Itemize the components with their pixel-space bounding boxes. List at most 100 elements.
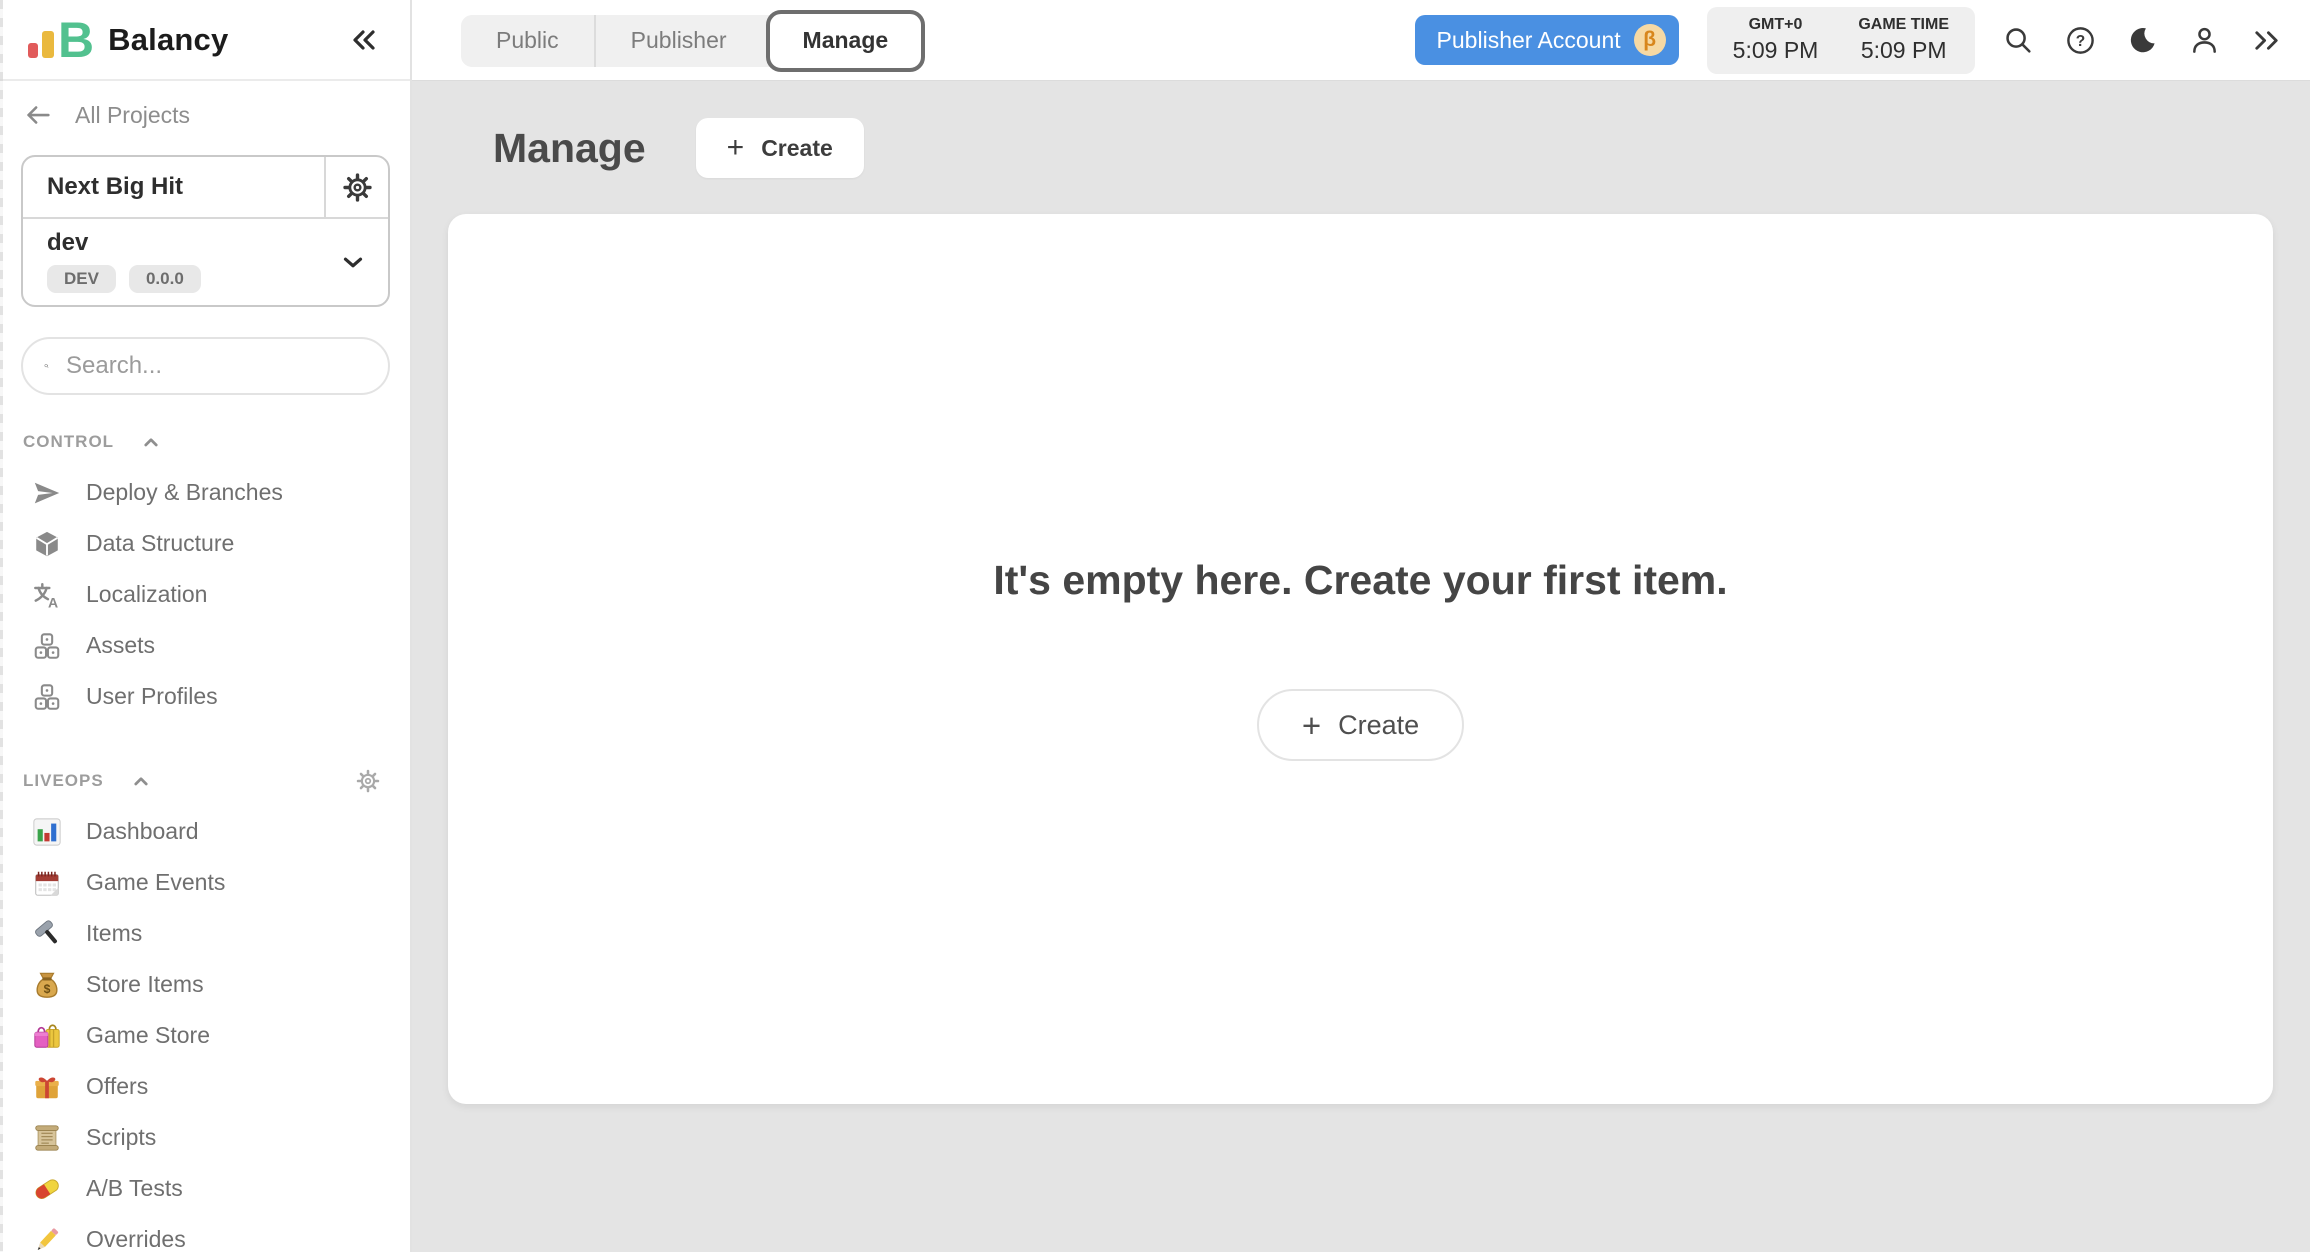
environment-badge-version: 0.0.0 [129,265,201,293]
dark-mode-toggle[interactable] [2127,25,2158,56]
timezone-label: GMT+0 [1733,16,1819,34]
sidebar-item-store-items[interactable]: $ Store Items [21,959,390,1010]
create-button-label: Create [761,135,833,162]
paper-plane-icon [31,477,63,509]
scroll-icon [31,1122,63,1154]
nav-label: Game Store [86,1022,210,1049]
tab-manage[interactable]: Manage [766,10,926,72]
calendar-icon [31,867,63,899]
nav-label: Scripts [86,1124,156,1151]
environment-selector[interactable]: dev DEV 0.0.0 [23,219,388,305]
cube-icon [31,528,63,560]
nav-label: Dashboard [86,818,199,845]
account-button[interactable] [2189,25,2220,56]
nav-label: Deploy & Branches [86,479,283,506]
gear-icon [354,767,382,795]
create-button[interactable]: + Create [696,118,864,178]
all-projects-label: All Projects [75,102,190,129]
sidebar-item-scripts[interactable]: Scripts [21,1112,390,1163]
pencil-icon [31,1224,63,1252]
liveops-settings-button[interactable] [354,767,382,795]
nav-label: Offers [86,1073,148,1100]
section-header-liveops[interactable]: LIVEOPS [21,762,390,800]
sidebar-item-ab-tests[interactable]: A/B Tests [21,1163,390,1214]
sidebar-item-dashboard[interactable]: Dashboard [21,806,390,857]
arrow-left-icon [23,100,53,130]
beta-badge: β [1634,24,1666,56]
project-name[interactable]: Next Big Hit [23,157,324,217]
sidebar-item-user-profiles[interactable]: User Profiles [21,671,390,722]
sidebar-header: B Balancy [0,0,410,81]
hammer-icon [31,918,63,950]
moon-icon [2127,25,2158,56]
publisher-account-label: Publisher Account [1437,27,1621,54]
nav-label: Store Items [86,971,204,998]
nav-label: Overrides [86,1226,186,1252]
person-icon [2189,25,2220,56]
gift-icon [31,1071,63,1103]
translate-icon: A [31,579,63,611]
sidebar-item-overrides[interactable]: Overrides [21,1214,390,1252]
chevron-up-icon [129,769,153,793]
liveops-nav-list: Dashboard Game Events [21,806,390,1252]
sidebar-item-offers[interactable]: Offers [21,1061,390,1112]
plus-icon: + [727,133,745,163]
expand-panel-button[interactable] [2251,25,2282,56]
timezone-time: 5:09 PM [1733,37,1819,64]
global-search-button[interactable] [2003,25,2034,56]
sidebar-item-deploy-branches[interactable]: Deploy & Branches [21,467,390,518]
nav-label: Items [86,920,142,947]
nav-label: Assets [86,632,155,659]
double-chevron-right-icon [2251,25,2282,56]
empty-state-create-button[interactable]: + Create [1257,689,1464,761]
svg-text:?: ? [2076,32,2085,49]
logo-bar-red [28,43,38,58]
environment-name: dev [47,229,318,257]
sidebar-item-localization[interactable]: A Localization [21,569,390,620]
nav-label: A/B Tests [86,1175,183,1202]
tab-publisher[interactable]: Publisher [594,15,762,67]
project-settings-button[interactable] [324,157,388,217]
timezone-clock[interactable]: GMT+0 GAME TIME 5:09 PM 5:09 PM [1707,7,1975,74]
nav-label: User Profiles [86,683,218,710]
packages-empty-card: It's empty here. Create your first item.… [448,214,2273,1104]
package-tabs: Public Publisher Manage [461,0,925,81]
topbar-icons: ? [2003,25,2282,56]
nav-label: Data Structure [86,530,234,557]
project-selector: Next Big Hit [21,155,390,307]
collapse-sidebar-button[interactable] [348,24,380,56]
section-label: CONTROL [23,432,114,452]
chevron-down-icon [338,247,368,277]
svg-text:A: A [48,594,58,609]
question-circle-icon: ? [2065,25,2096,56]
nav-label: Game Events [86,869,225,896]
sidebar-item-game-store[interactable]: Game Store [21,1010,390,1061]
shopping-bags-icon [31,1020,63,1052]
app-title: Balancy [108,22,228,58]
sidebar-item-assets[interactable]: Assets [21,620,390,671]
search-icon [2003,25,2034,56]
sidebar-item-items[interactable]: Items [21,908,390,959]
logo-bar-yellow [42,31,54,58]
main-content: Manage + Create It's empty here. Create … [412,81,2310,1252]
game-time-label: GAME TIME [1858,16,1949,34]
all-projects-back-link[interactable]: All Projects [21,95,390,135]
sidebar-search [21,337,390,395]
screen-left-edge [0,0,3,1252]
section-header-control[interactable]: CONTROL [21,423,390,461]
pill-icon [31,1173,63,1205]
empty-state-heading: It's empty here. Create your first item. [993,557,1727,604]
section-label: LIVEOPS [23,771,104,791]
search-input[interactable] [66,352,376,380]
sidebar-item-data-structure[interactable]: Data Structure [21,518,390,569]
stacked-cubes-icon [31,630,63,662]
tab-public[interactable]: Public [461,15,594,67]
sidebar-item-game-events[interactable]: Game Events [21,857,390,908]
publisher-account-button[interactable]: Publisher Account β [1415,15,1679,65]
game-time: 5:09 PM [1858,37,1949,64]
stacked-cubes-icon [31,681,63,713]
chevron-up-icon [139,430,163,454]
svg-text:$: $ [44,981,51,995]
help-button[interactable]: ? [2065,25,2096,56]
balancy-logo-icon: B [28,22,92,58]
